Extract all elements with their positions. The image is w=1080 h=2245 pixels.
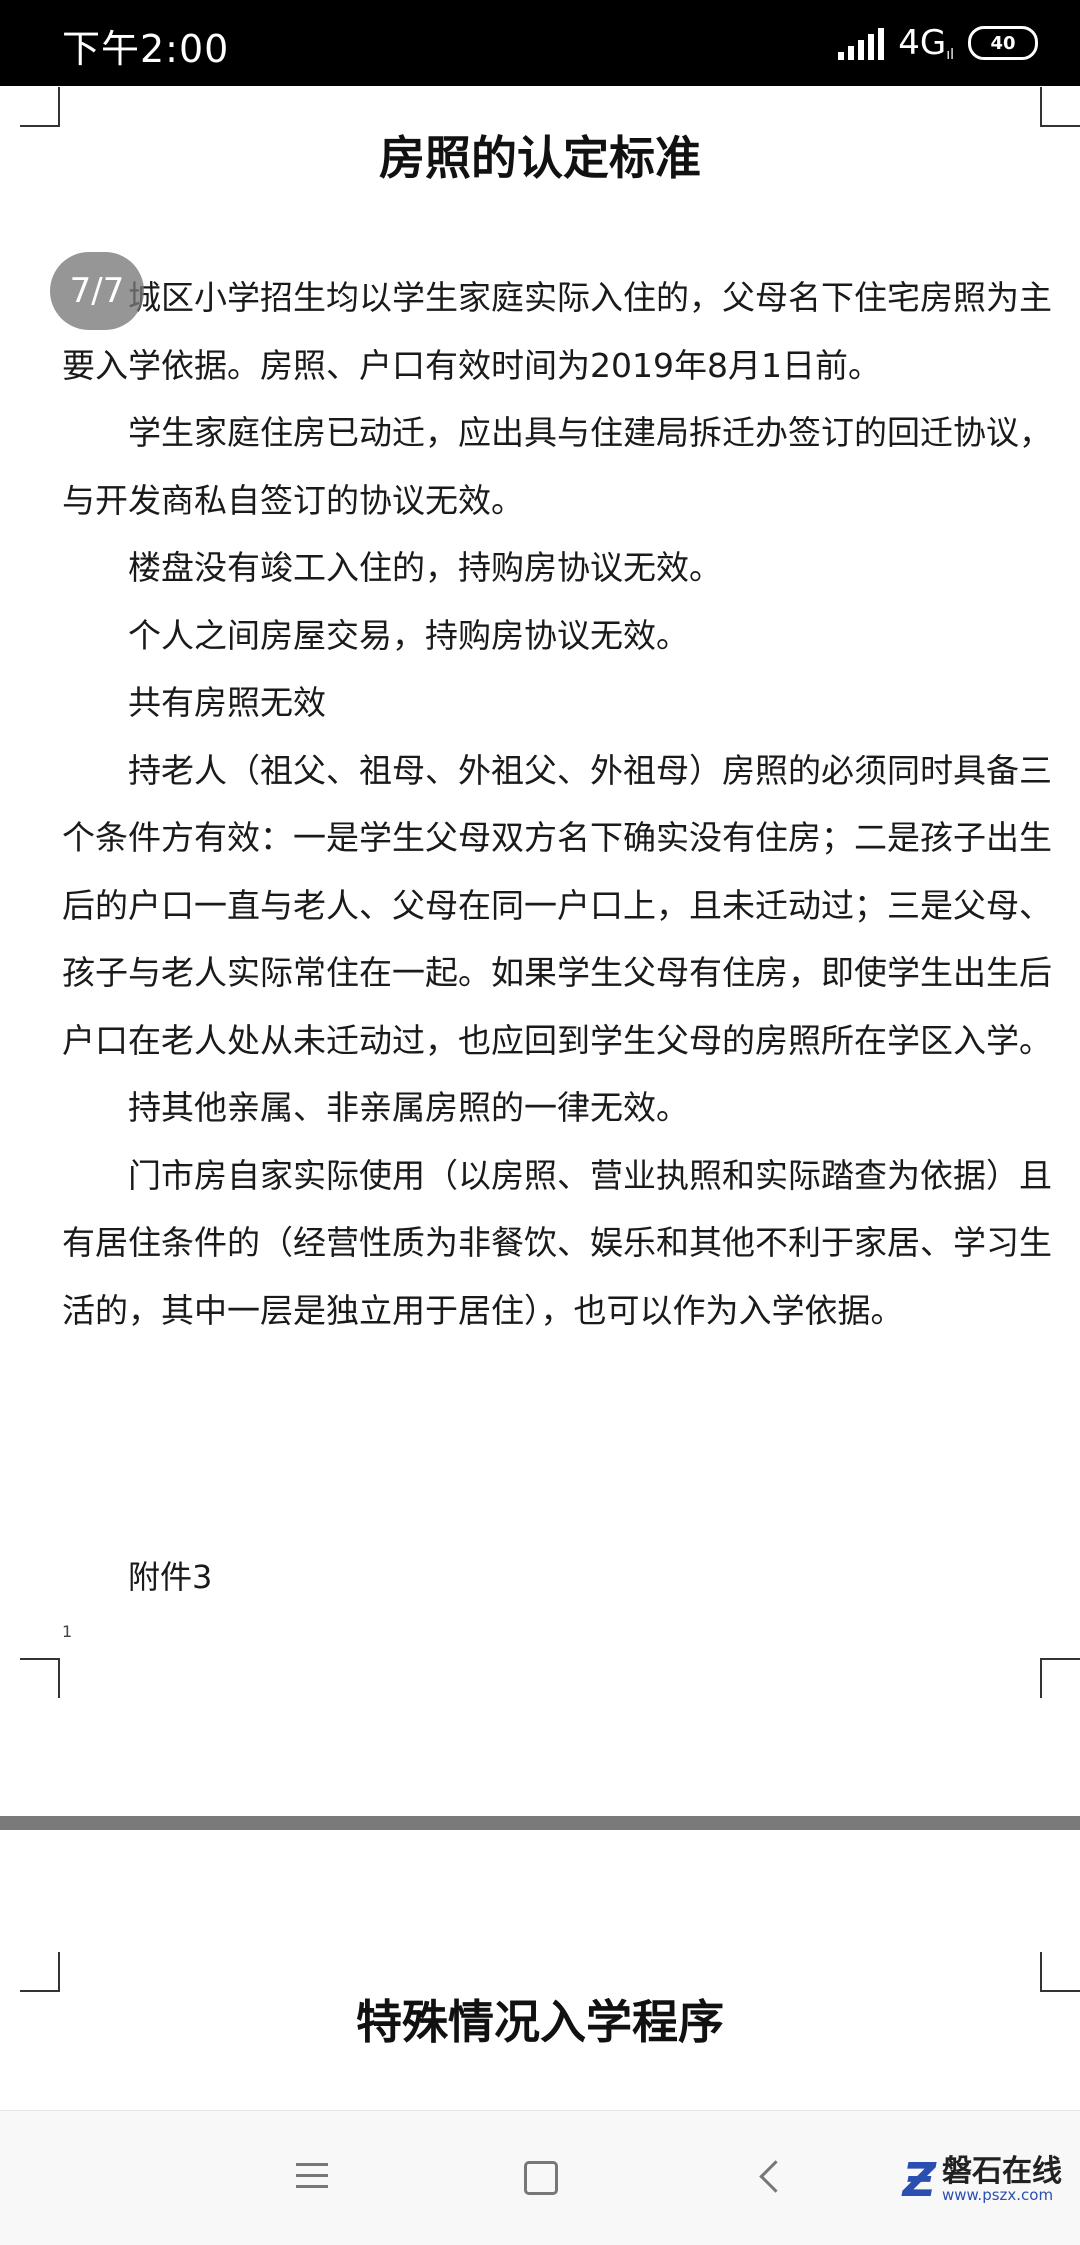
- paragraph: 共有房照无效: [128, 683, 326, 722]
- back-icon[interactable]: [730, 2141, 810, 2211]
- status-time: 下午2:00: [62, 27, 230, 71]
- menu-icon[interactable]: [276, 2141, 356, 2211]
- next-page-title: 特殊情况入学程序: [356, 1995, 724, 2049]
- crop-mark: [1040, 1658, 1080, 1698]
- crop-mark: [20, 87, 60, 127]
- paragraph: 学生家庭住房已动迁，应出具与住建局拆迁办签订的回迁协议，与开发商私自签订的协议无…: [62, 413, 1052, 520]
- watermark-logo: Ƶ: [902, 2153, 936, 2207]
- page-separator: [0, 1816, 1080, 1830]
- paragraph: 个人之间房屋交易，持购房协议无效。: [128, 615, 689, 655]
- watermark-url: www.pszx.com: [942, 2185, 1054, 2204]
- battery-icon: 40: [968, 26, 1038, 60]
- document-body: 城区小学招生均以学生家庭实际入住的，父母名下住宅房照为主要入学依据。房照、户口有…: [62, 264, 1058, 1344]
- document-title: 房照的认定标准: [379, 131, 701, 185]
- crop-mark: [20, 1658, 60, 1698]
- navigation-bar: Ƶ 磐石在线 www.pszx.com: [0, 2110, 1080, 2245]
- attachment-label: 附件3: [128, 1558, 213, 1596]
- watermark-name: 磐石在线: [942, 2154, 1062, 2190]
- status-bar: 下午2:00 4Gıl 40: [0, 0, 1080, 86]
- network-type: 4Gıl: [898, 23, 954, 63]
- paragraph: 持老人（祖父、祖母、外祖父、外祖母）房照的必须同时具备三个条件方有效：一是学生父…: [62, 750, 1052, 1060]
- page-indicator: 7/7: [50, 252, 144, 330]
- signal-icon: [838, 26, 885, 60]
- status-icons: 4Gıl 40: [838, 18, 1038, 68]
- paragraph: 城区小学招生均以学生家庭实际入住的，父母名下住宅房照为主要入学依据。房照、户口有…: [62, 278, 1052, 385]
- crop-mark: [1040, 87, 1080, 127]
- battery-level: 40: [990, 32, 1016, 54]
- document-viewer[interactable]: 房照的认定标准 城区小学招生均以学生家庭实际入住的，父母名下住宅房照为主要入学依…: [0, 86, 1080, 2110]
- home-icon[interactable]: [500, 2141, 580, 2211]
- paragraph: 门市房自家实际使用（以房照、营业执照和实际踏查为依据）且有居住条件的（经营性质为…: [62, 1155, 1052, 1330]
- paragraph: 楼盘没有竣工入住的，持购房协议无效。: [128, 548, 722, 587]
- watermark: Ƶ 磐石在线 www.pszx.com: [903, 2153, 1062, 2207]
- page-number: 1: [62, 1622, 73, 1641]
- paragraph: 持其他亲属、非亲属房照的一律无效。: [128, 1088, 689, 1127]
